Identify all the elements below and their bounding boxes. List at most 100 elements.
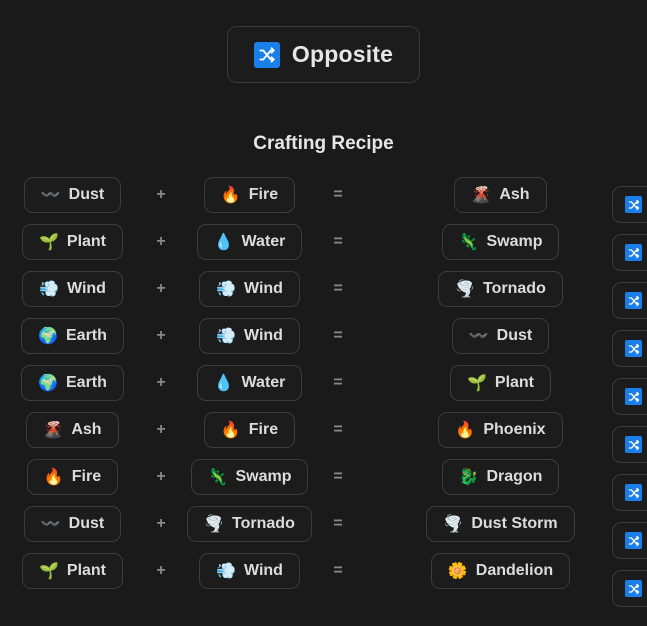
result-chip[interactable]: 🌱 Plant [449,365,552,401]
element-label: Plant [494,374,535,391]
element-label: Wind [243,327,283,344]
result-cell: 🌼 Dandelion [430,553,571,589]
equals-separator: = [333,562,343,579]
recipe-row: 〰️ Dust + 🔥 Fire = 🌋 Ash [0,177,647,213]
ingredient-chip-b[interactable]: 🌪️ Tornado [187,506,312,542]
ingredient-chip-a[interactable]: 〰️ Dust [23,506,122,542]
toolbar: Opposite [0,0,647,83]
opposite-row-button[interactable]: O [612,426,647,463]
opposite-row-button[interactable]: O [612,282,647,319]
opposite-row-button[interactable]: O [612,522,647,559]
element-label: Dust Storm [471,515,558,532]
plant-icon: 🌱 [38,232,59,251]
element-label: Dust [68,515,105,532]
opposite-row-button[interactable]: O [612,570,647,607]
element-label: Fire [248,186,279,203]
result-cell: 🔥 Phoenix [438,412,563,448]
result-cell: 🌱 Plant [449,365,552,401]
element-label: Plant [66,562,107,579]
result-chip[interactable]: 🐉 Dragon [441,459,560,495]
result-chip[interactable]: 🔥 Phoenix [438,412,563,448]
element-label: Tornado [232,515,295,532]
result-chip[interactable]: 🌪️ Dust Storm [426,506,575,542]
recipe-row: 🌍 Earth + 💧 Water = 🌱 Plant [0,365,647,401]
swamp-icon: 🦎 [458,232,479,251]
result-cell: 〰️ Dust [451,318,550,354]
opposite-row-button[interactable]: O [612,474,647,511]
wind-icon: 💨 [216,326,236,345]
earth-icon: 🌍 [38,373,58,392]
right-action-column: OOOOOOOOO [612,186,647,607]
shuffle-icon [625,388,642,405]
element-label: Fire [71,468,102,485]
plus-separator: + [156,327,166,344]
result-cell: 🌪️ Tornado [438,271,563,307]
shuffle-icon [625,292,642,309]
recipe-list: 〰️ Dust + 🔥 Fire = 🌋 Ash 🌱 Plant + 💧 Water = 🦎 Swamp 💨 Wi… [0,177,647,589]
result-chip[interactable]: 🌼 Dandelion [430,553,571,589]
equals-separator: = [333,468,343,485]
plus-separator: + [156,468,166,485]
plus-separator: + [156,421,166,438]
result-chip[interactable]: 〰️ Dust [451,318,550,354]
element-label: Phoenix [483,421,546,438]
dust-storm-icon: 🌪️ [443,514,464,533]
ingredient-chip-b[interactable]: 💧 Water [196,365,303,401]
ingredient-chip-b[interactable]: 💨 Wind [199,318,300,354]
shuffle-icon [625,580,642,597]
ingredient-chip-a[interactable]: 🌱 Plant [21,224,124,260]
element-label: Ash [71,421,102,438]
equals-separator: = [333,233,343,250]
ingredient-chip-b[interactable]: 💨 Wind [199,553,300,589]
opposite-row-button[interactable]: O [612,330,647,367]
result-cell: 🦎 Swamp [441,224,560,260]
result-chip[interactable]: 🌋 Ash [454,177,547,213]
plant-icon: 🌱 [466,373,487,392]
ingredient-chip-a[interactable]: 🌍 Earth [21,365,124,401]
result-chip[interactable]: 🌪️ Tornado [438,271,563,307]
ingredient-chip-b[interactable]: 💨 Wind [199,271,300,307]
equals-separator: = [333,374,343,391]
element-label: Wind [243,280,283,297]
tornado-icon: 🌪️ [204,514,225,533]
plus-separator: + [156,374,166,391]
ingredient-chip-b[interactable]: 💧 Water [196,224,303,260]
ash-icon: 🌋 [471,185,492,204]
element-label: Earth [66,327,107,344]
dust-icon: 〰️ [40,514,61,533]
element-label: Tornado [483,280,546,297]
fire-icon: 🔥 [43,467,64,486]
recipe-row: 🌍 Earth + 💨 Wind = 〰️ Dust [0,318,647,354]
app-root: Opposite Crafting Recipe 〰️ Dust + 🔥 Fire = 🌋 A… [0,0,647,626]
equals-separator: = [333,186,343,203]
opposite-row-button[interactable]: O [612,234,647,271]
result-cell: 🌋 Ash [454,177,547,213]
element-label: Dragon [486,468,543,485]
result-cell: 🌪️ Dust Storm [426,506,575,542]
equals-separator: = [333,280,343,297]
opposite-button[interactable]: Opposite [226,26,421,83]
ingredient-chip-a[interactable]: 🌍 Earth [21,318,124,354]
ingredient-chip-a[interactable]: 〰️ Dust [23,177,122,213]
ingredient-chip-a[interactable]: 🌱 Plant [21,553,124,589]
result-chip[interactable]: 🦎 Swamp [441,224,560,260]
dandelion-icon: 🌼 [447,561,468,580]
fire-icon: 🔥 [220,185,241,204]
shuffle-icon [253,41,280,68]
element-label: Wind [66,280,106,297]
water-icon: 💧 [213,373,234,392]
opposite-row-button[interactable]: O [612,378,647,415]
element-label: Water [241,374,286,391]
ingredient-chip-a[interactable]: 🔥 Fire [26,459,119,495]
ingredient-chip-b[interactable]: 🔥 Fire [203,412,296,448]
element-label: Wind [243,562,283,579]
ingredient-chip-a[interactable]: 🌋 Ash [26,412,119,448]
element-label: Water [241,233,286,250]
element-label: Earth [66,374,107,391]
ingredient-chip-b[interactable]: 🦎 Swamp [190,459,309,495]
ingredient-chip-b[interactable]: 🔥 Fire [203,177,296,213]
element-label: Dust [68,186,105,203]
plus-separator: + [156,515,166,532]
ingredient-chip-a[interactable]: 💨 Wind [22,271,123,307]
opposite-row-button[interactable]: O [612,186,647,223]
